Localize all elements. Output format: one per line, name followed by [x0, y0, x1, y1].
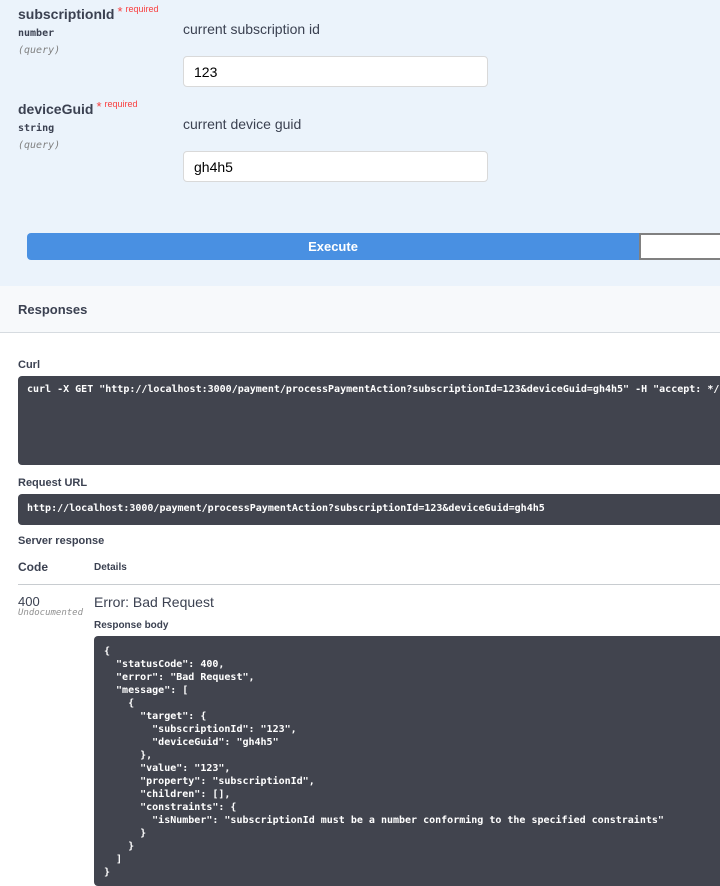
param-name: subscriptionId: [18, 6, 115, 22]
param-location: (query): [18, 140, 61, 151]
table-divider: [18, 584, 720, 585]
request-url-box[interactable]: http://localhost:3000/payment/processPay…: [18, 494, 720, 525]
column-details: Details: [94, 562, 127, 573]
parameters-section: subscriptionId * required number (query) c…: [0, 0, 720, 286]
responses-header: Responses: [0, 286, 720, 333]
column-code: Code: [18, 560, 48, 574]
deviceGuid-input[interactable]: [183, 151, 488, 182]
curl-command-box[interactable]: curl -X GET "http://localhost:3000/payme…: [18, 376, 720, 465]
server-response-label: Server response: [18, 535, 105, 547]
required-star: *: [117, 4, 123, 19]
param-name: deviceGuid: [18, 101, 94, 117]
param-description: current device guid: [183, 116, 302, 132]
curl-label: Curl: [18, 359, 40, 371]
param-subscriptionId: subscriptionId * required number (query): [18, 4, 159, 56]
required-label: required: [104, 99, 138, 109]
execute-button[interactable]: Execute: [27, 233, 639, 260]
error-title: Error: Bad Request: [94, 594, 214, 610]
request-url-label: Request URL: [18, 477, 88, 489]
curl-command: curl -X GET "http://localhost:3000/payme…: [27, 384, 720, 395]
request-url: http://localhost:3000/payment/processPay…: [27, 503, 545, 514]
responses-title: Responses: [18, 302, 88, 317]
undocumented-label: Undocumented: [18, 608, 84, 618]
response-body[interactable]: { "statusCode": 400, "error": "Bad Reque…: [94, 636, 720, 886]
param-location: (query): [18, 45, 61, 56]
param-description: current subscription id: [183, 21, 320, 37]
clear-button[interactable]: [639, 233, 720, 260]
subscriptionId-input[interactable]: [183, 56, 488, 87]
param-deviceGuid: deviceGuid * required string (query): [18, 99, 138, 151]
response-body-label: Response body: [94, 620, 169, 631]
param-type: number: [18, 28, 55, 39]
required-label: required: [125, 4, 159, 14]
required-star: *: [96, 99, 102, 114]
response-code: 400: [18, 594, 40, 609]
param-type: string: [18, 123, 55, 134]
